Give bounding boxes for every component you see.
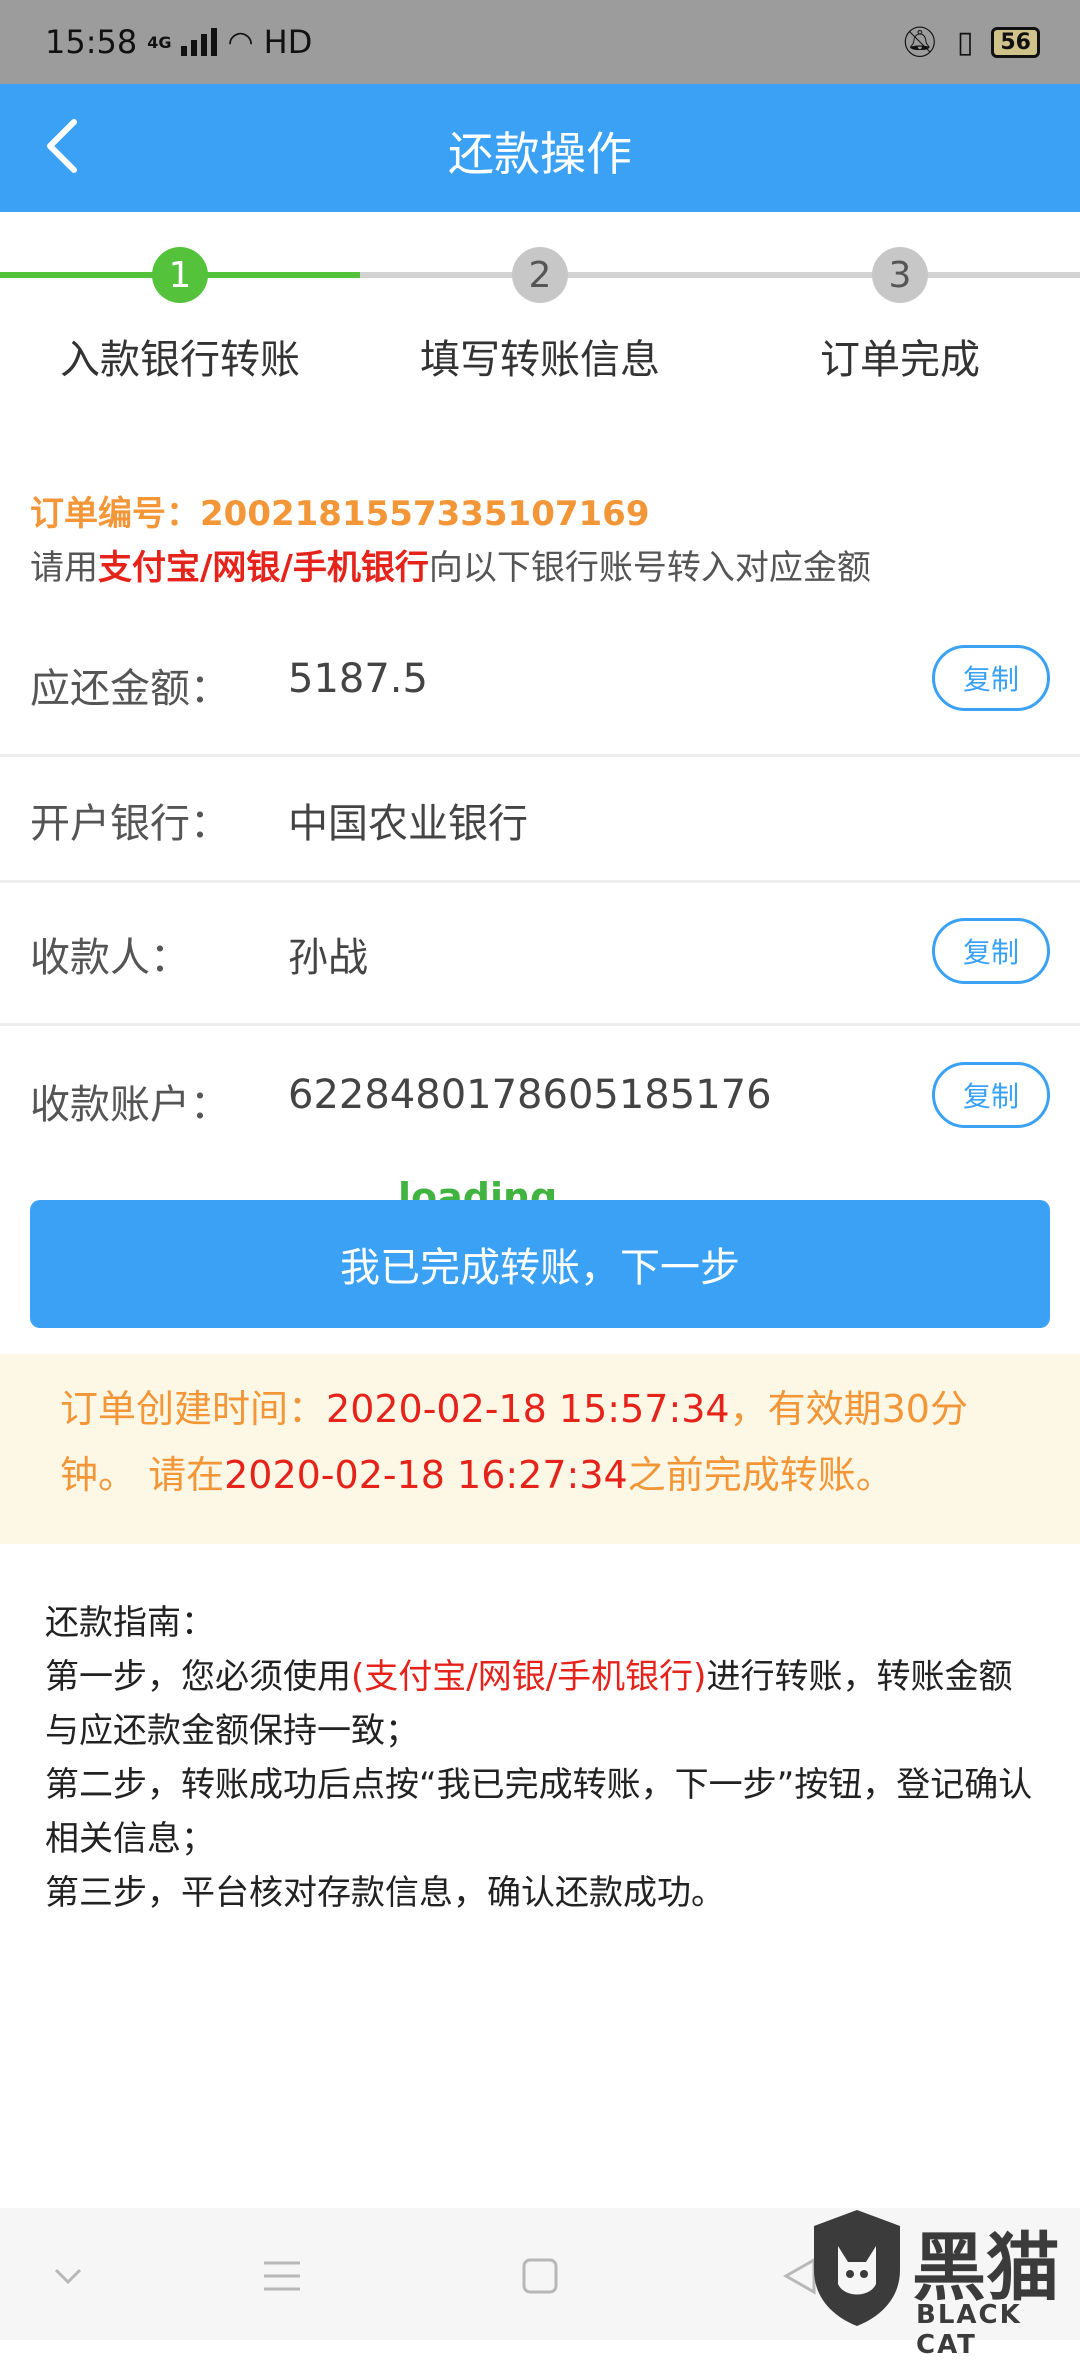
row-account-label: 收款账户： (30, 1082, 230, 1128)
hint-prefix: 请用 (30, 548, 98, 588)
guide-step-3: 第三步，平台核对存款信息，确认还款成功。 (45, 1873, 725, 1913)
row-bank: 开户银行： 中国农业银行 (0, 757, 1080, 883)
row-account-value: 6228480178605185176 (288, 1072, 772, 1118)
row-amount: 应还金额： 5187.5 复制 (0, 618, 1080, 757)
order-number: 订单编号：2002181557335107169 (30, 486, 650, 535)
status-right: 🔕︎ ▯ 56 (901, 25, 1040, 60)
chevron-down-icon (54, 2268, 82, 2285)
vibrate-icon: ▯ (956, 24, 974, 60)
row-payee-value: 孙战 (288, 935, 368, 981)
page-title: 还款操作 (448, 127, 632, 181)
watermark-name: 黑猫 (912, 2225, 1060, 2311)
row-bank-label: 开户银行： (30, 801, 230, 847)
row-amount-label: 应还金额： (30, 666, 230, 712)
status-bar: 15:58 4G ◠ HD 🔕︎ ▯ 56 (0, 0, 1080, 84)
order-number-label: 订单编号： (30, 494, 200, 534)
step-2-circle: 2 (512, 247, 568, 303)
notice-text-1: 订单创建时间： (60, 1387, 327, 1431)
wifi-icon: ◠ (227, 24, 254, 60)
row-payee-label: 收款人： (30, 935, 190, 981)
guide-step-1: 第一步，您必须使用(支付宝/网银/手机银行)进行转账，转账金额与应还款金额保持一… (45, 1650, 1045, 1758)
next-step-button[interactable]: 我已完成转账，下一步 (30, 1200, 1050, 1328)
step-remaining-line (360, 272, 1080, 278)
notice-created-time: 2020-02-18 15:57:34 (326, 1387, 730, 1431)
watermark-sub: BLACK CAT (916, 2300, 1022, 2360)
black-cat-watermark: 黑猫 BLACK CAT (800, 2200, 1080, 2360)
row-account: 收款账户： 6228480178605185176 复制 (0, 1026, 1080, 1172)
copy-amount-button[interactable]: 复制 (932, 645, 1050, 711)
nav-menu-button[interactable] (252, 2248, 312, 2304)
step-3-circle: 3 (872, 247, 928, 303)
loading-indicator: loading (398, 1175, 558, 1200)
guide-title: 还款指南： (45, 1603, 215, 1643)
hint-methods: 支付宝/网银/手机银行 (98, 548, 429, 588)
black-cat-shield-icon (814, 2210, 900, 2326)
step-1-circle: 1 (152, 247, 208, 303)
guide-step-2: 第二步，转账成功后点按“我已完成转账，下一步”按钮，登记确认相关信息； (45, 1765, 1033, 1859)
notice-text-3: 之前完成转账。 (627, 1453, 894, 1497)
repayment-guide: 还款指南： 第一步，您必须使用(支付宝/网银/手机银行)进行转账，转账金额与应还… (45, 1596, 1045, 1920)
guide-step-1-methods: (支付宝/网银/手机银行) (351, 1657, 707, 1697)
step-3-label: 订单完成 (820, 337, 980, 383)
network-type: 4G (147, 32, 172, 52)
nav-home-button[interactable] (510, 2248, 570, 2304)
battery-icon: 56 (991, 26, 1040, 58)
order-number-value: 2002181557335107169 (200, 494, 650, 534)
nav-collapse-button[interactable] (38, 2248, 98, 2304)
clock: 15:58 (45, 23, 138, 61)
copy-account-button[interactable]: 复制 (932, 1062, 1050, 1128)
notice-deadline-time: 2020-02-18 16:27:34 (224, 1453, 628, 1497)
mute-bell-icon: 🔕︎ (900, 24, 939, 60)
guide-step-1-prefix: 第一步，您必须使用 (45, 1657, 351, 1697)
transfer-hint: 请用支付宝/网银/手机银行向以下银行账号转入对应金额 (30, 540, 871, 589)
row-payee: 收款人： 孙战 复制 (0, 883, 1080, 1026)
step-2-label: 填写转账信息 (420, 337, 660, 383)
hint-suffix: 向以下银行账号转入对应金额 (428, 548, 871, 588)
menu-icon (264, 2261, 300, 2291)
wifi-label: HD (263, 23, 313, 61)
order-time-notice: 订单创建时间：2020-02-18 15:57:34，有效期30分钟。 请在20… (0, 1354, 1080, 1544)
signal-icon (181, 28, 218, 56)
app-bar: 还款操作 (0, 84, 1080, 212)
step-1-label: 入款银行转账 (60, 337, 300, 383)
row-bank-value: 中国农业银行 (288, 801, 528, 847)
square-icon (522, 2258, 558, 2294)
status-left: 15:58 4G ◠ HD (45, 23, 312, 61)
stepper: 1 2 3 入款银行转账 填写转账信息 订单完成 (0, 212, 1080, 402)
row-amount-value: 5187.5 (288, 656, 428, 702)
copy-payee-button[interactable]: 复制 (932, 918, 1050, 984)
